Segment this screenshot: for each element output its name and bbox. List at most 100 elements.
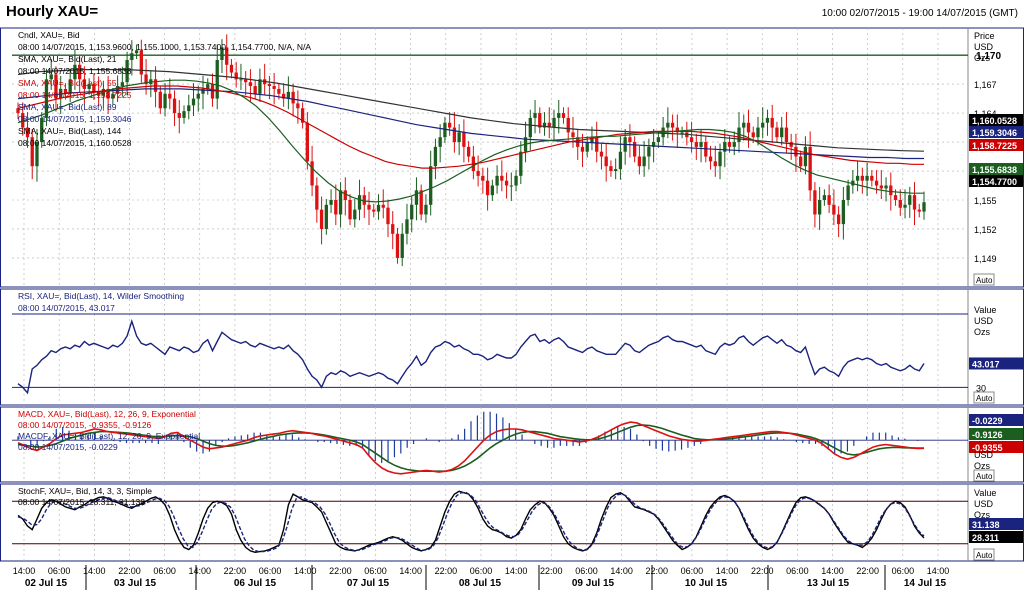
candle-body (348, 199, 352, 220)
candle-body (338, 190, 343, 215)
candle-body (893, 195, 898, 200)
candle-body (732, 142, 736, 147)
candle-body (353, 209, 357, 220)
candle-body (794, 146, 798, 157)
rsi-legend-line: RSI, XAU=, Bid(Last), 14, Wilder Smoothi… (18, 291, 184, 301)
x-hour-label: 22:00 (435, 566, 458, 576)
candle-body (481, 175, 485, 181)
candle-body (609, 166, 613, 172)
candle-body (666, 122, 670, 128)
candle-body (628, 137, 632, 143)
candle-body (267, 84, 272, 87)
candle-body (595, 137, 599, 152)
candle-body (756, 127, 760, 138)
candle-body (898, 199, 902, 208)
chart-area[interactable]: 1,1671,1641,1611,1581,1551,1521,1491,170… (0, 26, 1024, 603)
x-hour-label: 06:00 (575, 566, 598, 576)
candle-body (855, 175, 860, 181)
candle-body (466, 146, 471, 157)
price-tag: 1,158.7225 (972, 141, 1017, 151)
candle-body (248, 82, 253, 87)
candle-body (490, 185, 494, 196)
candle-body (376, 204, 381, 212)
x-hour-label: 06:00 (681, 566, 704, 576)
candle-body (765, 117, 770, 123)
candle-body (775, 127, 779, 138)
price-legend-line: SMA, XAU=, Bid(Last), 55 (18, 78, 117, 88)
x-hour-label: 22:00 (224, 566, 247, 576)
x-day-label: 10 Jul 15 (685, 578, 728, 589)
x-day-label: 14 Jul 15 (904, 578, 947, 589)
candle-body (689, 137, 694, 143)
candle-body (751, 132, 755, 138)
candle-body (395, 233, 400, 258)
price-tag: 1,159.3046 (972, 128, 1017, 138)
candle-body (196, 93, 200, 99)
macd-legend-line: MACD, XAU=, Bid(Last), 12, 26, 9, Expone… (18, 409, 196, 419)
candle-body (580, 146, 585, 152)
candle-body (528, 117, 532, 138)
candle-body (305, 122, 310, 162)
macd-legend-line: 08:00 14/07/2015, -0.0229 (18, 442, 118, 452)
candle-body (647, 146, 651, 157)
x-hour-label: 14:00 (716, 566, 739, 576)
candle-body (457, 132, 461, 143)
macd-axis-unit: USD (974, 450, 994, 460)
stoch-auto-label: Auto (976, 551, 993, 560)
x-day-label: 03 Jul 15 (114, 578, 157, 589)
candle-body (552, 117, 556, 128)
x-hour-label: 06:00 (786, 566, 809, 576)
candle-body (452, 127, 457, 143)
rsi-auto-label: Auto (976, 394, 993, 403)
candle-body (699, 142, 703, 147)
x-hour-label: 22:00 (329, 566, 352, 576)
candle-body (718, 151, 722, 167)
candle-body (438, 137, 442, 147)
x-hour-label: 06:00 (364, 566, 387, 576)
candle-body (846, 185, 850, 200)
price-tick-label: 1,152 (974, 225, 997, 235)
candle-body (865, 175, 869, 181)
x-day-label: 08 Jul 15 (459, 578, 502, 589)
price-axis-unit: USD (974, 42, 994, 52)
x-hour-label: 22:00 (751, 566, 774, 576)
candle-body (680, 132, 684, 134)
candle-body (391, 224, 395, 234)
candle-body (889, 185, 893, 196)
candle-body (917, 209, 921, 212)
candle-body (884, 185, 888, 189)
candle-body (827, 195, 831, 205)
candle-body (509, 185, 513, 187)
candle-body (229, 64, 234, 73)
candle-body (799, 156, 803, 167)
rsi-axis-header: USD (974, 316, 994, 326)
price-tick-label: 1,155 (974, 196, 997, 206)
candle-body (642, 156, 646, 167)
candle-body (130, 53, 134, 60)
candle-body (694, 142, 698, 147)
candle-body (381, 204, 385, 208)
x-day-label: 13 Jul 15 (807, 578, 850, 589)
candle-body (784, 127, 789, 143)
candle-body (448, 122, 452, 128)
price-tick-label: 1,149 (974, 254, 997, 264)
candle-body (879, 185, 883, 189)
candle-body (120, 82, 125, 87)
macd-legend-line: MACDF, XAU=, Bid(Last), 12, 26, 9, Expon… (18, 431, 200, 441)
candle-body (405, 219, 409, 234)
candle-body (291, 91, 295, 104)
stoch-legend-line: StochF, XAU=, Bid, 14, 3, 3, Simple (18, 486, 152, 496)
rsi-axis-header: Value (974, 305, 996, 315)
candle-body (632, 142, 637, 157)
candle-body (504, 180, 509, 186)
stoch-tag: 28.311 (972, 533, 999, 543)
x-hour-label: 22:00 (540, 566, 563, 576)
price-legend-line: SMA, XAU=, Bid(Last), 89 (18, 102, 117, 112)
x-hour-label: 14:00 (13, 566, 36, 576)
candle-body (324, 204, 328, 229)
price-legend-line: SMA, XAU=, Bid(Last), 21 (18, 54, 117, 64)
x-hour-label: 06:00 (892, 566, 915, 576)
candle-body (557, 113, 561, 118)
candle-body (761, 122, 765, 128)
x-hour-label: 06:00 (153, 566, 176, 576)
